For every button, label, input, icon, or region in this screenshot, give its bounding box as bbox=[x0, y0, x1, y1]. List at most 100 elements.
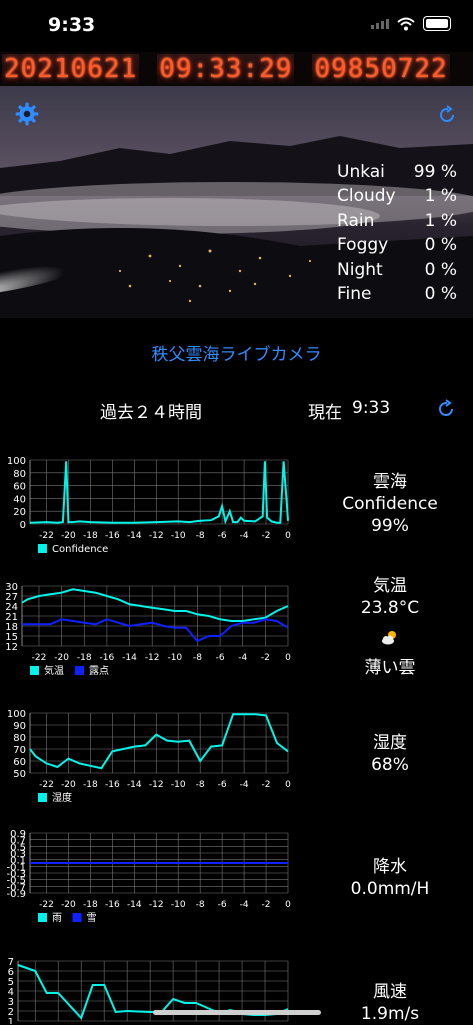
weather-label: 薄い雲 bbox=[364, 658, 416, 678]
y-tick-label: 100 bbox=[7, 456, 26, 467]
x-tick-label: -16 bbox=[105, 900, 120, 910]
x-tick-label: 0 bbox=[285, 653, 291, 663]
x-tick-label: -18 bbox=[83, 900, 98, 910]
x-tick-label: -14 bbox=[127, 900, 142, 910]
score-row: Cloudy 1 % bbox=[337, 186, 457, 207]
confidence-chart: 100806040200-22 -20 -18 -16 -14 -12 -10 -8 -6 -4-… bbox=[7, 456, 291, 555]
x-tick-label: -6 bbox=[216, 653, 225, 663]
legend-label: Confidence bbox=[52, 544, 108, 555]
x-tick-label: 0 bbox=[285, 780, 291, 790]
x-tick-label: -4 bbox=[238, 653, 247, 663]
legend-label: 雪 bbox=[87, 912, 97, 924]
legend-label: 湿度 bbox=[52, 791, 72, 804]
y-tick-label: 0 bbox=[20, 520, 26, 531]
score-row: Fine 0 % bbox=[337, 284, 457, 305]
x-tick-label: -12 bbox=[149, 531, 164, 541]
rain-title: 降水 bbox=[373, 857, 407, 877]
x-tick-label: -12 bbox=[145, 653, 160, 663]
legend-label: 露点 bbox=[89, 665, 109, 677]
battery-icon bbox=[423, 16, 451, 31]
x-tick-label: -22 bbox=[39, 900, 54, 910]
x-tick-label: 0 bbox=[285, 531, 291, 541]
rain-value: 0.0mm/H bbox=[350, 879, 430, 899]
humidity-value: 68% bbox=[371, 755, 409, 775]
humidity-title: 湿度 bbox=[373, 733, 407, 753]
now-time: 9:33 bbox=[352, 398, 391, 418]
period-label: 過去２４時間 bbox=[100, 403, 202, 423]
y-tick-label: 20 bbox=[13, 507, 26, 518]
humidity-panel: 湿度 68% bbox=[315, 732, 465, 776]
x-tick-label: -10 bbox=[171, 780, 186, 790]
camera-title-link[interactable]: 秩父雲海ライブカメラ bbox=[0, 340, 473, 365]
y-tick-label: 70 bbox=[13, 745, 26, 756]
x-tick-label: -16 bbox=[105, 780, 120, 790]
score-row: Foggy 0 % bbox=[337, 235, 457, 256]
x-tick-label: -8 bbox=[196, 531, 205, 541]
x-tick-label: -12 bbox=[149, 780, 164, 790]
unkai-sub: Confidence bbox=[342, 494, 438, 514]
wifi-icon bbox=[397, 17, 415, 30]
wind-value: 1.9m/s bbox=[360, 1004, 420, 1024]
x-tick-label: -4 bbox=[240, 780, 249, 790]
x-tick-label: -10 bbox=[167, 653, 182, 663]
y-tick-label: 90 bbox=[13, 721, 26, 732]
x-tick-label: -20 bbox=[61, 900, 76, 910]
x-tick-label: 0 bbox=[285, 900, 291, 910]
y-tick-label: 60 bbox=[13, 482, 26, 493]
current-time-label: 現在 9:33 bbox=[308, 398, 390, 423]
precipitation-panel: 降水 0.0mm/H bbox=[315, 856, 465, 900]
x-tick-label: -2 bbox=[262, 900, 271, 910]
y-tick-label: 50 bbox=[13, 769, 26, 780]
unkai-title: 雲海 bbox=[373, 472, 407, 492]
humidity-chart: 1009080706050-22 -20 -18 -16 -14 -12 -10 -8 -6 -4… bbox=[7, 709, 291, 804]
x-tick-label: -12 bbox=[149, 900, 164, 910]
legend-swatch bbox=[75, 666, 84, 675]
legend-swatch bbox=[38, 793, 47, 802]
x-tick-label: -20 bbox=[61, 531, 76, 541]
y-tick-label: 80 bbox=[13, 733, 26, 744]
nixie-date: 20210621 bbox=[2, 54, 140, 84]
now-label: 現在 bbox=[308, 403, 342, 423]
legend-label: 雨 bbox=[52, 913, 62, 924]
refresh-icon[interactable] bbox=[434, 397, 458, 421]
nixie-time: 09:33:29 bbox=[157, 54, 295, 84]
score-row: Rain 1 % bbox=[337, 210, 457, 231]
x-tick-label: -22 bbox=[32, 653, 47, 663]
legend-label: 気温 bbox=[44, 664, 64, 677]
unkai-value: 99% bbox=[371, 516, 409, 536]
unkai-panel: 雲海 Confidence 99% bbox=[315, 471, 465, 537]
y-tick-label: 40 bbox=[13, 494, 26, 505]
signal-icon bbox=[371, 18, 389, 29]
x-tick-label: -10 bbox=[171, 900, 186, 910]
reload-icon[interactable] bbox=[435, 103, 459, 127]
y-tick-label: 100 bbox=[7, 709, 26, 720]
x-tick-label: -22 bbox=[39, 531, 54, 541]
x-tick-label: -20 bbox=[61, 780, 76, 790]
x-tick-label: -16 bbox=[100, 653, 115, 663]
x-tick-label: -18 bbox=[83, 531, 98, 541]
y-tick-label: 1 bbox=[8, 1017, 14, 1024]
x-tick-label: -22 bbox=[39, 780, 54, 790]
x-tick-label: -2 bbox=[261, 653, 270, 663]
temperature-chart: 30272421181512-22 -20 -18 -16 -14 -12 -10 -8 -6-… bbox=[5, 582, 291, 677]
status-time: 9:33 bbox=[48, 14, 96, 36]
x-tick-label: -14 bbox=[122, 653, 137, 663]
x-tick-label: -10 bbox=[171, 531, 186, 541]
gear-icon[interactable] bbox=[14, 101, 40, 127]
x-tick-label: -4 bbox=[240, 900, 249, 910]
x-tick-label: -16 bbox=[105, 531, 120, 541]
x-tick-label: -14 bbox=[127, 531, 142, 541]
y-tick-label: 60 bbox=[13, 757, 26, 768]
precipitation-chart: 0.90.70.50.30.1-0.1-0.3-0.5-0.7-0.9-22 -2… bbox=[6, 829, 291, 924]
classification-scores: Unkai 99 % Cloudy 1 % Rain 1 % Foggy 0 % Nig… bbox=[337, 160, 457, 306]
home-indicator[interactable] bbox=[153, 1010, 321, 1015]
score-row: Unkai 99 % bbox=[337, 162, 457, 182]
x-tick-label: -20 bbox=[54, 653, 69, 663]
legend-swatch bbox=[72, 913, 82, 922]
x-tick-label: -4 bbox=[240, 531, 249, 541]
nixie-counter: 09850722 bbox=[312, 54, 450, 84]
x-tick-label: -2 bbox=[262, 780, 271, 790]
x-tick-label: -8 bbox=[193, 653, 202, 663]
x-tick-label: -6 bbox=[218, 531, 227, 541]
status-icons bbox=[371, 16, 451, 31]
